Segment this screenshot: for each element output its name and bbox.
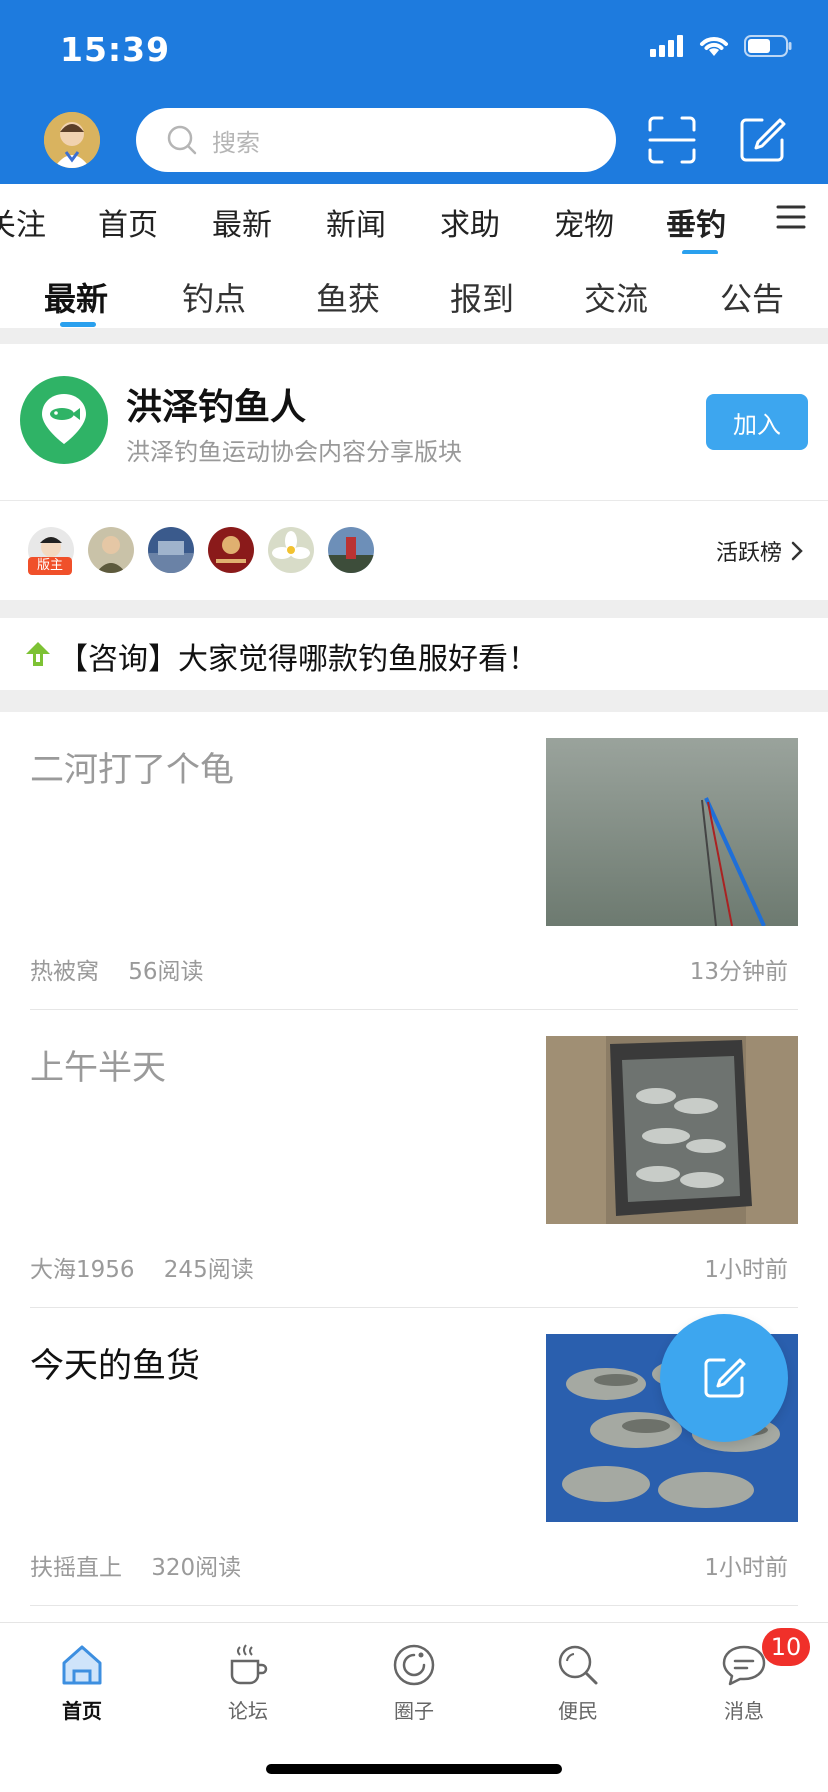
post-meta: 大海1956 245阅读 <box>30 1250 254 1284</box>
subtab-checkin[interactable]: 报到 <box>450 274 514 320</box>
post-time: 1小时前 <box>704 1555 788 1581</box>
post-author: 热被窝 <box>30 959 99 985</box>
post-time: 1小时前 <box>704 1257 788 1283</box>
join-button[interactable]: 加入 <box>706 394 808 450</box>
section-divider <box>0 690 828 712</box>
nav-services[interactable]: 便民 <box>518 1641 638 1724</box>
pinned-post-title: 【咨询】大家觉得哪款钓鱼服好看！ <box>58 642 538 677</box>
tab-follow[interactable]: 关注 <box>0 200 46 244</box>
tab-help[interactable]: 求助 <box>440 200 500 244</box>
post-reads: 56阅读 <box>128 959 204 985</box>
member-avatar[interactable] <box>88 527 134 573</box>
nav-messages-label: 消息 <box>724 1699 764 1723</box>
home-icon <box>62 1645 102 1685</box>
status-icons <box>650 34 792 58</box>
nav-forum[interactable]: 论坛 <box>188 1641 308 1724</box>
subtab-announcement[interactable]: 公告 <box>720 274 784 320</box>
scan-icon[interactable] <box>646 114 698 166</box>
pinned-post[interactable]: 【咨询】大家觉得哪款钓鱼服好看！ <box>0 618 828 690</box>
compose-icon <box>704 1358 746 1398</box>
subtab-active-indicator <box>60 322 96 327</box>
activity-rank-link[interactable]: 活跃榜 <box>716 535 804 567</box>
subtab-catch[interactable]: 鱼获 <box>316 274 380 320</box>
chat-bubble-icon <box>722 1645 766 1686</box>
app-header: 15:39 搜索 <box>0 0 828 184</box>
post-meta: 热被窝 56阅读 <box>30 952 204 986</box>
compose-icon[interactable] <box>736 114 788 166</box>
search-placeholder: 搜索 <box>212 128 260 157</box>
post-meta: 扶摇直上 320阅读 <box>30 1548 241 1582</box>
subtab-latest[interactable]: 最新 <box>44 274 108 320</box>
section-divider <box>0 600 828 618</box>
board-description: 洪泽钓鱼运动协会内容分享版块 <box>126 438 462 466</box>
tab-pets[interactable]: 宠物 <box>554 200 614 244</box>
nav-circle[interactable]: 圈子 <box>354 1641 474 1724</box>
wifi-icon <box>700 37 728 56</box>
signal-icon <box>650 35 683 57</box>
message-count-badge: 10 <box>762 1628 810 1666</box>
moderator-badge: 版主 <box>28 557 72 575</box>
board-info: 洪泽钓鱼人 洪泽钓鱼运动协会内容分享版块 加入 <box>0 344 828 498</box>
battery-icon <box>744 35 792 57</box>
tab-news[interactable]: 新闻 <box>326 200 386 244</box>
divider <box>30 1605 798 1606</box>
member-avatar[interactable] <box>148 527 194 573</box>
tab-latest[interactable]: 最新 <box>212 200 272 244</box>
tab-fishing[interactable]: 垂钓 <box>666 200 726 244</box>
post-title: 二河打了个龟 <box>30 750 234 790</box>
post-title: 今天的鱼货 <box>30 1346 200 1386</box>
post-title: 上午半天 <box>30 1048 166 1088</box>
post-thumbnail <box>546 1036 798 1224</box>
circle-icon <box>393 1644 435 1686</box>
search-input[interactable]: 搜索 <box>136 108 616 172</box>
member-avatar[interactable] <box>328 527 374 573</box>
subtab-discussion[interactable]: 交流 <box>584 274 648 320</box>
post-thumbnail <box>546 738 798 926</box>
channel-tabs: 关注 首页 最新 新闻 求助 宠物 垂钓 <box>0 184 828 255</box>
status-time: 15:39 <box>60 30 171 69</box>
post-item[interactable]: 二河打了个龟 热被窝 56阅读 13分钟前 <box>0 712 828 1010</box>
section-divider <box>0 328 828 344</box>
member-avatar[interactable] <box>208 527 254 573</box>
post-item[interactable]: 上午半天 大海1956 245阅读 1小时前 <box>0 1010 828 1308</box>
activity-rank-label: 活跃榜 <box>715 541 782 566</box>
board-logo <box>20 376 108 464</box>
post-author: 扶摇直上 <box>30 1555 122 1581</box>
nav-forum-label: 论坛 <box>228 1699 268 1723</box>
tab-home[interactable]: 首页 <box>98 200 158 244</box>
nav-circle-label: 圈子 <box>394 1699 434 1723</box>
post-reads: 320阅读 <box>151 1555 242 1581</box>
search-icon <box>558 1645 598 1685</box>
new-post-button[interactable] <box>660 1314 788 1442</box>
board-name: 洪泽钓鱼人 <box>126 387 307 428</box>
nav-home[interactable]: 首页 <box>22 1641 142 1724</box>
home-indicator <box>266 1764 562 1774</box>
post-reads: 245阅读 <box>163 1257 254 1283</box>
post-time: 13分钟前 <box>689 959 788 985</box>
member-avatar[interactable] <box>268 527 314 573</box>
search-icon <box>167 125 197 155</box>
pin-up-icon <box>26 642 50 666</box>
chevron-right-icon <box>791 541 803 561</box>
menu-icon[interactable] <box>776 204 806 230</box>
user-avatar[interactable] <box>44 112 100 168</box>
active-members: 版主 活跃榜 <box>0 500 828 600</box>
subtab-spots[interactable]: 钓点 <box>182 274 246 320</box>
coffee-cup-icon <box>230 1644 268 1685</box>
nav-services-label: 便民 <box>558 1699 598 1723</box>
sub-tabs: 最新 钓点 鱼获 报到 交流 公告 <box>0 254 828 328</box>
nav-home-label: 首页 <box>62 1699 102 1723</box>
post-author: 大海1956 <box>30 1257 135 1283</box>
